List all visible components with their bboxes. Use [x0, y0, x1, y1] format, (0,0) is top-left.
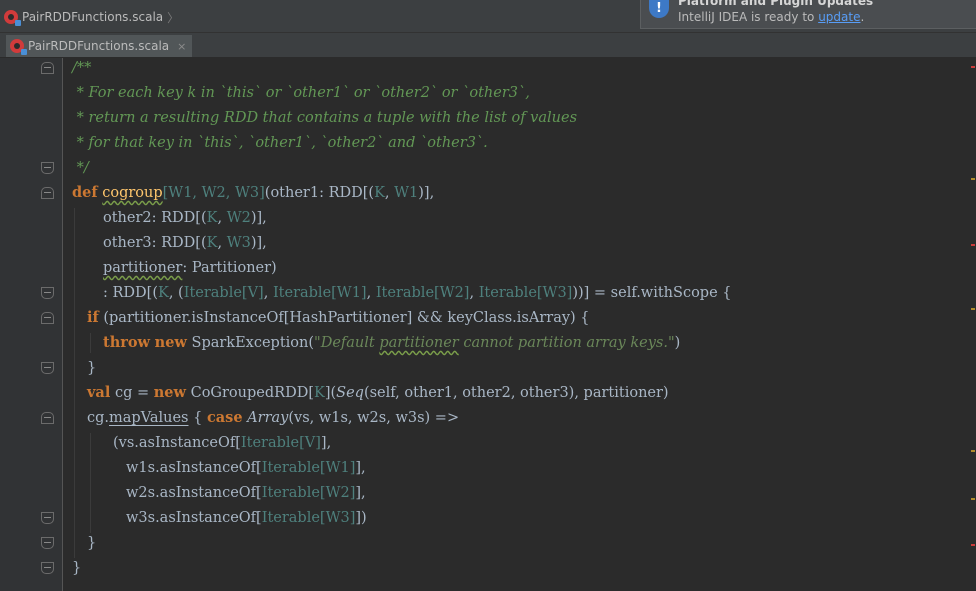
notification-title: Platform and Plugin Updates	[678, 0, 874, 8]
breadcrumb[interactable]: PairRDDFunctions.scala 〉	[4, 7, 179, 27]
error-marker[interactable]	[971, 66, 975, 68]
error-marker[interactable]	[971, 544, 975, 546]
code-line: partitioner: Partitioner)	[103, 260, 277, 276]
code-line: w1s.asInstanceOf[Iterable[W1]],	[126, 460, 366, 476]
code-line: * for that key in `this`, `other1`, `oth…	[72, 135, 488, 151]
error-stripe[interactable]	[968, 58, 976, 591]
code-line: /**	[72, 60, 92, 76]
code-line: */	[72, 160, 89, 176]
scala-file-icon	[10, 39, 27, 55]
code-line: if (partitioner.isInstanceOf[HashPartiti…	[87, 309, 590, 326]
code-line: }	[87, 360, 97, 376]
warning-marker[interactable]	[971, 178, 975, 180]
code-line: other3: RDD[(K, W3)],	[103, 235, 267, 251]
code-editor[interactable]: /** * For each key k in `this` or `other…	[0, 58, 976, 591]
error-marker[interactable]	[971, 244, 975, 246]
code-line: val cg = new CoGroupedRDD[K](Seq(self, o…	[87, 384, 669, 401]
code-line: }	[87, 535, 97, 551]
code-line: w2s.asInstanceOf[Iterable[W2]],	[126, 485, 366, 501]
code-line: def cogroup[W1, W2, W3](other1: RDD[(K, …	[72, 184, 435, 201]
close-tab-icon[interactable]: ×	[177, 40, 186, 53]
code-line: w3s.asInstanceOf[Iterable[W3]])	[126, 510, 367, 526]
code-line: (vs.asInstanceOf[Iterable[V]],	[113, 435, 332, 451]
update-link[interactable]: update	[818, 10, 860, 24]
code-line: other2: RDD[(K, W2)],	[103, 210, 267, 226]
scala-file-icon	[4, 10, 21, 26]
update-notification[interactable]: ! Platform and Plugin Updates IntelliJ I…	[640, 0, 976, 29]
breadcrumb-file[interactable]: PairRDDFunctions.scala	[22, 10, 163, 24]
info-icon: !	[649, 0, 669, 18]
code-line: }	[72, 560, 82, 576]
tab-label: PairRDDFunctions.scala	[28, 39, 170, 53]
warning-marker[interactable]	[971, 450, 975, 452]
code-line: : RDD[(K, (Iterable[V], Iterable[W1], It…	[103, 285, 732, 301]
code-area[interactable]: /** * For each key k in `this` or `other…	[0, 58, 960, 591]
notification-text: IntelliJ IDEA is ready to update.	[678, 10, 865, 24]
tab-pairrddfunctions[interactable]: PairRDDFunctions.scala ×	[6, 35, 193, 57]
code-line: throw new SparkException("Default partit…	[103, 334, 681, 351]
warning-marker[interactable]	[971, 308, 975, 310]
code-line: * return a resulting RDD that contains a…	[72, 110, 578, 126]
breadcrumb-arrow-icon: 〉	[167, 10, 180, 25]
code-line: cg.mapValues { case Array(vs, w1s, w2s, …	[87, 409, 460, 426]
editor-tab-bar: PairRDDFunctions.scala ×	[0, 33, 976, 58]
warning-marker[interactable]	[971, 498, 975, 500]
code-line: * For each key k in `this` or `other1` o…	[72, 85, 530, 101]
